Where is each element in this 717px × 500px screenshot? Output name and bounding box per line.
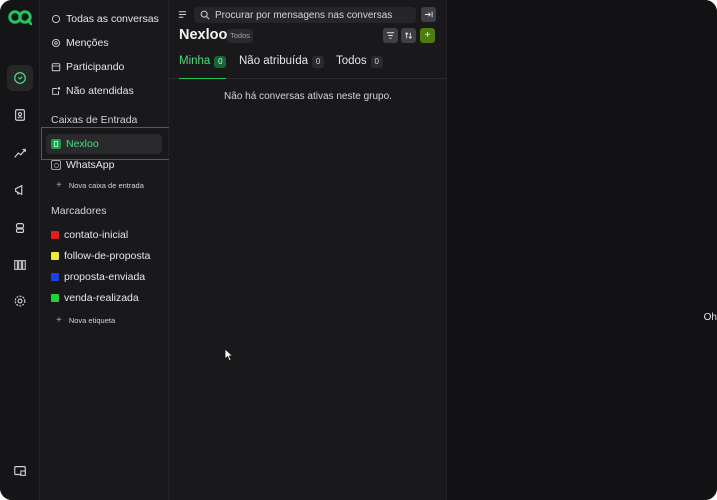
- label-item[interactable]: venda-realizada: [51, 292, 139, 304]
- label-color-swatch: [51, 294, 59, 302]
- contacts-nav-button[interactable]: [7, 102, 33, 128]
- new-conversation-button[interactable]: +: [420, 28, 435, 43]
- tab-count-badge: 0: [370, 56, 383, 68]
- nav-label: Não atendidas: [66, 85, 134, 97]
- nav-unattended[interactable]: Não atendidas: [51, 85, 134, 97]
- mouse-cursor-icon: [224, 348, 234, 362]
- conversation-list-panel: Procurar por mensagens nas conversas Nex…: [169, 0, 447, 500]
- tab-label: Minha: [179, 55, 211, 67]
- columns-icon: [14, 260, 26, 270]
- nav-label: Participando: [66, 61, 125, 73]
- selection-highlight-box: [41, 127, 179, 160]
- labels-section-title: Marcadores: [51, 205, 107, 217]
- robot-icon: [15, 223, 25, 233]
- tab-todos[interactable]: Todos 0: [336, 55, 383, 79]
- nav-mentions[interactable]: Menções: [51, 37, 109, 49]
- search-placeholder: Procurar por mensagens nas conversas: [215, 9, 393, 21]
- tab-label: Não atribuída: [239, 55, 309, 67]
- settings-nav-button[interactable]: [7, 288, 33, 314]
- empty-state-message: Não há conversas ativas neste grupo.: [224, 91, 392, 102]
- nav-all-conversations[interactable]: Todas as conversas: [51, 13, 159, 25]
- label-item[interactable]: follow-de-proposta: [51, 250, 150, 262]
- plus-icon: +: [424, 30, 431, 41]
- gear-icon: [14, 295, 26, 307]
- search-icon: [200, 10, 210, 20]
- search-input[interactable]: Procurar por mensagens nas conversas: [194, 7, 416, 23]
- label-color-swatch: [51, 252, 59, 260]
- logo-icon[interactable]: [8, 8, 32, 26]
- new-label-label: Nova etiqueta: [68, 316, 116, 325]
- conversations-nav-button[interactable]: [7, 65, 33, 91]
- app-window: Todas as conversas Menções Participando …: [0, 0, 717, 500]
- nav-label: Menções: [66, 37, 109, 49]
- chat-icon: [14, 72, 26, 84]
- at-sign-icon: [51, 38, 61, 48]
- conversation-detail-area: Oh: [447, 0, 717, 500]
- calendar-icon: [51, 63, 61, 72]
- plus-icon: +: [56, 180, 62, 191]
- reports-nav-button[interactable]: [7, 140, 33, 166]
- sort-button[interactable]: [401, 28, 416, 43]
- tab-count-badge: 0: [214, 56, 227, 68]
- filter-button[interactable]: [383, 28, 398, 43]
- page-title: Nexloo: [179, 27, 228, 43]
- new-inbox-label: Nova caixa de entrada: [68, 181, 144, 190]
- hamburger-menu-icon[interactable]: [178, 10, 187, 19]
- trend-chart-icon: [14, 148, 26, 158]
- layout-toggle-button[interactable]: [7, 458, 33, 484]
- icon-rail: [0, 0, 40, 500]
- label-color-swatch: [51, 273, 59, 281]
- tab-count-badge: 0: [312, 56, 325, 68]
- kanban-nav-button[interactable]: [7, 252, 33, 278]
- campaigns-nav-button[interactable]: [7, 177, 33, 203]
- arrow-to-right-icon: [424, 11, 433, 18]
- new-label-button[interactable]: + Nova etiqueta: [56, 315, 115, 326]
- nav-label: Todas as conversas: [66, 13, 159, 25]
- dock-panel-button[interactable]: [421, 7, 436, 22]
- tab-label: Todos: [336, 55, 367, 67]
- filter-icon: [386, 32, 395, 39]
- conversation-sidebar: Todas as conversas Menções Participando …: [40, 0, 169, 500]
- label-name: proposta-enviada: [64, 271, 146, 283]
- megaphone-icon: [15, 184, 23, 196]
- label-name: contato-inicial: [64, 229, 129, 241]
- new-inbox-button[interactable]: + Nova caixa de entrada: [56, 180, 144, 191]
- plus-icon: +: [56, 315, 62, 326]
- chat-bubble-icon: [51, 14, 61, 24]
- contacts-icon: [15, 109, 25, 121]
- bot-nav-button[interactable]: [7, 215, 33, 241]
- tab-nao-atribuida[interactable]: Não atribuída 0: [239, 55, 325, 79]
- status-filter-badge[interactable]: Todos: [227, 29, 254, 43]
- nav-participating[interactable]: Participando: [51, 61, 124, 73]
- conversation-tabs: Minha 0 Não atribuída 0 Todos 0: [169, 52, 447, 79]
- tab-minha[interactable]: Minha 0: [179, 55, 227, 79]
- label-name: venda-realizada: [64, 292, 139, 304]
- window-layout-icon: [14, 466, 26, 476]
- empty-detail-text: Oh: [703, 312, 717, 323]
- sort-arrows-icon: [405, 32, 412, 39]
- inbox-label: WhatsApp: [66, 159, 115, 171]
- label-item[interactable]: proposta-enviada: [51, 271, 145, 283]
- label-item[interactable]: contato-inicial: [51, 229, 128, 241]
- whatsapp-icon: [51, 160, 61, 170]
- label-name: follow-de-proposta: [64, 250, 151, 262]
- label-color-swatch: [51, 231, 59, 239]
- inboxes-section-title: Caixas de Entrada: [51, 114, 138, 126]
- unread-icon: [52, 87, 61, 95]
